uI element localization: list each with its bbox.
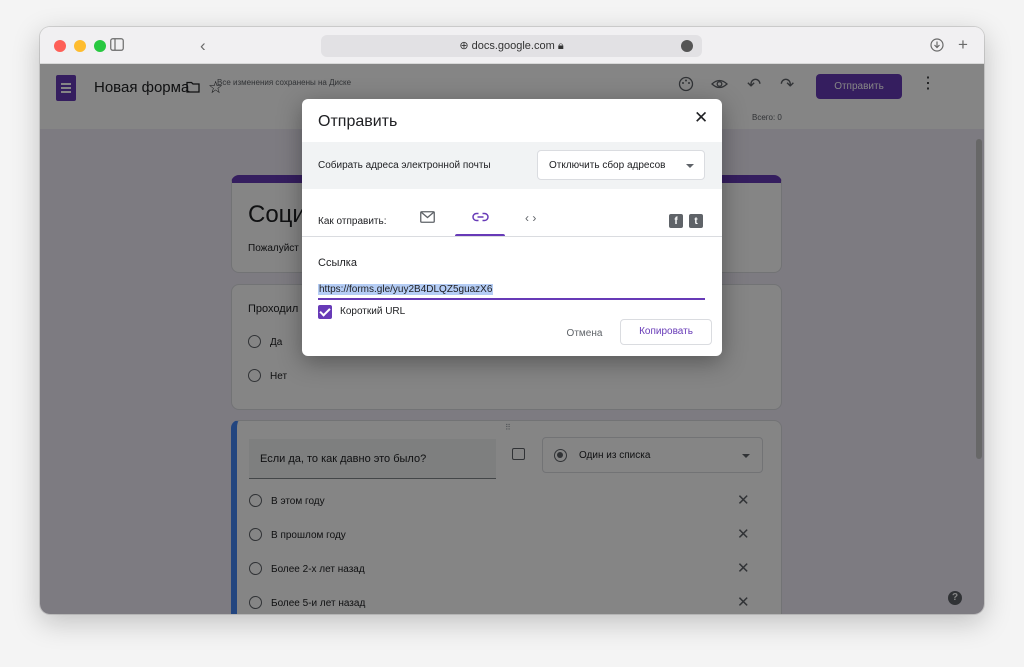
new-tab-icon[interactable]: + <box>958 36 968 53</box>
embed-code-icon[interactable]: ‹ › <box>525 212 536 224</box>
dialog-title: Отправить <box>318 113 398 130</box>
send-method-label: Как отправить: <box>318 216 387 227</box>
short-url-label: Короткий URL <box>340 306 406 317</box>
cancel-button[interactable]: Отмена <box>557 322 612 346</box>
copy-button[interactable]: Копировать <box>620 319 712 345</box>
twitter-icon[interactable]: t <box>689 214 703 228</box>
download-icon[interactable] <box>930 38 944 55</box>
divider <box>302 236 722 237</box>
globe-icon: ⊕ <box>459 40 469 52</box>
collect-emails-select[interactable]: Отключить сбор адресов <box>537 150 705 180</box>
minimize-window-button[interactable] <box>74 40 86 52</box>
chevron-down-icon <box>686 164 694 168</box>
link-section-title: Ссылка <box>318 257 357 269</box>
lock-icon: 🔒︎ <box>557 40 564 52</box>
collect-emails-row: Собирать адреса электронной почты Отключ… <box>302 142 722 189</box>
collect-emails-label: Собирать адреса электронной почты <box>318 160 491 171</box>
short-url-checkbox[interactable] <box>318 305 332 319</box>
address-text: docs.google.com <box>471 40 555 52</box>
link-icon[interactable] <box>472 211 489 225</box>
browser-toolbar: ‹ ⊕ docs.google.com 🔒︎ + <box>40 27 984 64</box>
sidebar-icon[interactable] <box>110 38 124 54</box>
close-window-button[interactable] <box>54 40 66 52</box>
more-options-icon[interactable] <box>681 40 693 52</box>
address-bar[interactable]: ⊕ docs.google.com 🔒︎ <box>321 35 702 57</box>
browser-window: ‹ ⊕ docs.google.com 🔒︎ + Новая форма ☆ В… <box>40 27 984 614</box>
link-input[interactable]: https://forms.gle/yuy2B4DLQZ5guazX6 <box>318 282 705 300</box>
send-dialog: Отправить ✕ Собирать адреса электронной … <box>302 99 722 356</box>
collect-emails-value: Отключить сбор адресов <box>549 160 666 171</box>
close-icon[interactable]: ✕ <box>694 109 708 126</box>
zoom-window-button[interactable] <box>94 40 106 52</box>
link-value: https://forms.gle/yuy2B4DLQZ5guazX6 <box>318 284 494 295</box>
facebook-icon[interactable]: f <box>669 214 683 228</box>
back-icon[interactable]: ‹ <box>200 37 206 54</box>
email-icon[interactable] <box>420 211 435 225</box>
